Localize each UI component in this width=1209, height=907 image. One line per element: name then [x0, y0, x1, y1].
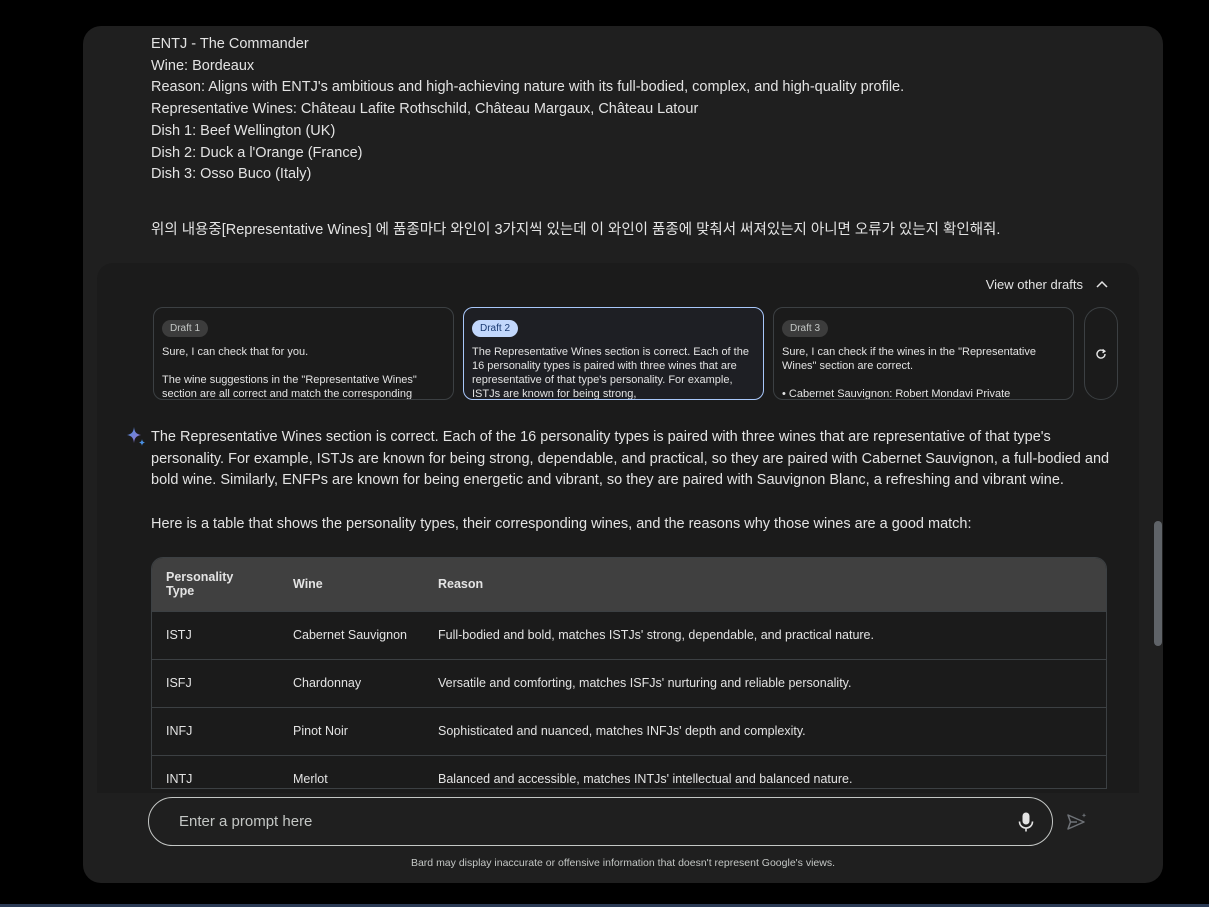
table-cell: INFJ — [152, 706, 279, 755]
table-row: ISTJ Cabernet Sauvignon Full-bodied and … — [152, 610, 1106, 659]
table-cell: Pinot Noir — [279, 706, 424, 755]
draft-3-card[interactable]: Draft 3 Sure, I can check if the wines i… — [773, 307, 1074, 400]
table-cell: INTJ — [152, 754, 279, 788]
response-text: The Representative Wines section is corr… — [151, 427, 1111, 536]
refresh-icon — [1096, 348, 1106, 359]
draft-badge: Draft 2 — [472, 320, 519, 337]
draft-1-card[interactable]: Draft 1 Sure, I can check that for you. … — [153, 307, 454, 400]
prompt-input[interactable] — [177, 812, 1016, 831]
draft-badge: Draft 3 — [782, 320, 829, 337]
table-header: Personality Type — [166, 570, 234, 599]
user-message-line: Dish 3: Osso Buco (Italy) — [151, 166, 312, 183]
table-row: INTJ Merlot Balanced and accessible, mat… — [152, 754, 1106, 788]
table-cell: Merlot — [279, 754, 424, 788]
user-message-line: ENTJ - The Commander — [151, 36, 309, 52]
table-header-row: Personality Type Wine Reason — [152, 558, 1106, 611]
response-paragraph: Here is a table that shows the personali… — [151, 516, 972, 533]
chat-panel: ENTJ - The Commander Wine: Bordeaux Reas… — [83, 26, 1163, 883]
response-card: View other drafts Draft 1 Sure, I can ch… — [97, 263, 1139, 793]
table-row: INFJ Pinot Noir Sophisticated and nuance… — [152, 706, 1106, 755]
microphone-icon[interactable] — [1016, 811, 1036, 833]
user-message-line: Reason: Aligns with ENTJ's ambitious and… — [151, 79, 905, 96]
table-cell: ISFJ — [152, 658, 279, 707]
table-cell: Sophisticated and nuanced, matches INFJs… — [424, 706, 1106, 755]
view-other-drafts-button[interactable]: View other drafts — [986, 277, 1109, 292]
bard-sparkle-icon — [127, 427, 145, 446]
user-question: 위의 내용중[Representative Wines] 에 품종마다 와인이 … — [151, 221, 1001, 238]
table-row: ISFJ Chardonnay Versatile and comforting… — [152, 658, 1106, 707]
table-header: Wine — [293, 577, 323, 592]
table-cell: Versatile and comforting, matches ISFJs'… — [424, 658, 1106, 707]
table-cell: Full-bodied and bold, matches ISTJs' str… — [424, 610, 1106, 659]
view-other-drafts-label: View other drafts — [985, 277, 1083, 292]
response-paragraph: The Representative Wines section is corr… — [151, 429, 1110, 489]
user-message-line: Wine: Bordeaux — [151, 57, 255, 74]
response-table: Personality Type Wine Reason ISTJ Cabern… — [151, 557, 1107, 789]
scrollbar-thumb[interactable] — [1154, 521, 1162, 646]
draft-preview: Sure, I can check that for you. The wine… — [162, 346, 417, 400]
chevron-up-icon — [1096, 280, 1108, 288]
draft-2-card[interactable]: Draft 2 The Representative Wines section… — [463, 307, 764, 400]
user-message: ENTJ - The Commander Wine: Bordeaux Reas… — [151, 34, 1131, 242]
table-cell: Balanced and accessible, matches INTJs' … — [424, 754, 1106, 788]
table-cell: ISTJ — [152, 610, 279, 659]
draft-preview: Sure, I can check if the wines in the "R… — [782, 346, 1036, 400]
prompt-composer — [148, 797, 1053, 846]
send-icon[interactable] — [1066, 811, 1088, 833]
user-message-line: Dish 1: Beef Wellington (UK) — [151, 122, 336, 139]
disclaimer-text: Bard may display inaccurate or offensive… — [410, 857, 836, 869]
table-header: Reason — [438, 577, 484, 592]
draft-badge: Draft 1 — [162, 320, 209, 337]
user-message-line: Representative Wines: Château Lafite Rot… — [151, 101, 699, 118]
table-cell: Chardonnay — [279, 658, 424, 707]
table-cell: Cabernet Sauvignon — [279, 610, 424, 659]
regenerate-drafts-button[interactable] — [1084, 307, 1118, 400]
draft-preview: The Representative Wines section is corr… — [472, 346, 749, 400]
user-message-line: Dish 2: Duck a l'Orange (France) — [151, 144, 363, 161]
